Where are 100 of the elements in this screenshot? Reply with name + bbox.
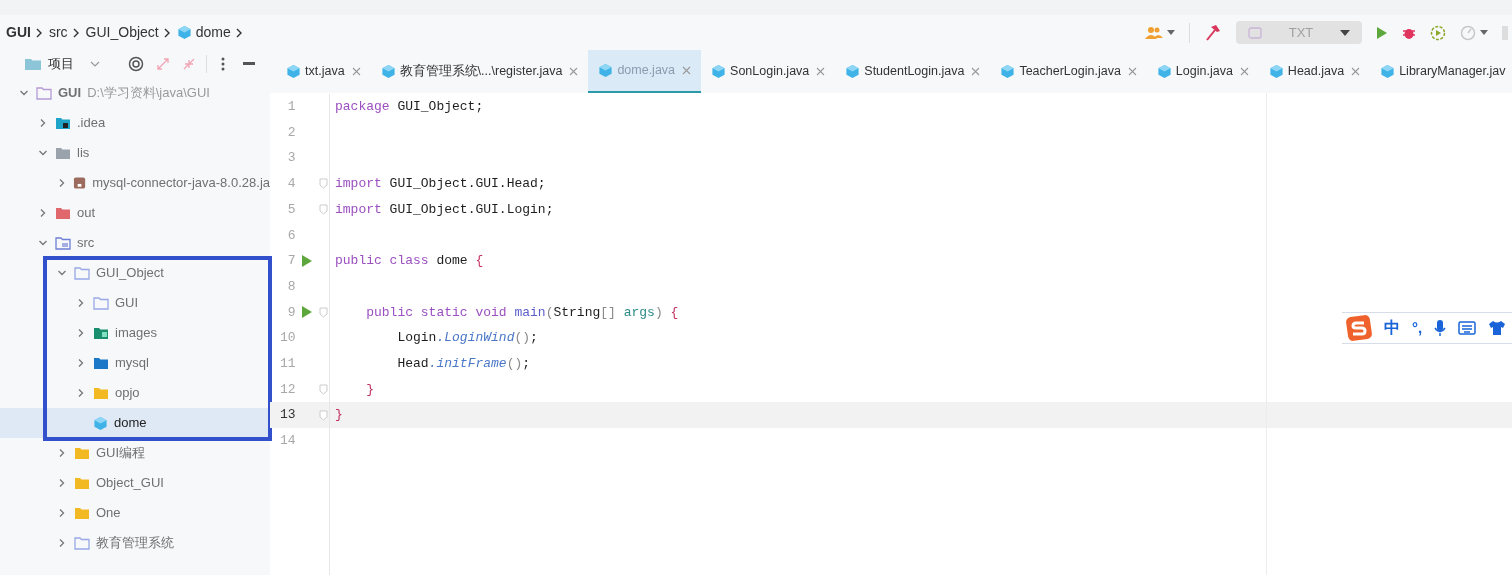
item-label: GUI	[58, 84, 82, 103]
chevron-down-icon[interactable]	[57, 268, 67, 278]
panel-title[interactable]: 项目	[48, 54, 74, 74]
class-icon	[1156, 64, 1172, 79]
shirt-icon[interactable]	[1488, 320, 1507, 336]
caret-icon[interactable]	[1480, 29, 1488, 36]
chevron-right-icon[interactable]	[76, 388, 86, 398]
caret-icon	[1340, 29, 1350, 36]
close-icon[interactable]	[971, 67, 981, 76]
tree-item[interactable]: opjo	[0, 378, 270, 408]
chevron-right-icon[interactable]	[76, 298, 86, 308]
tree-item[interactable]: One	[0, 498, 270, 528]
gutter-line: 4	[270, 171, 329, 197]
close-icon[interactable]	[816, 67, 826, 76]
chevron-right-icon[interactable]	[57, 538, 67, 548]
tree-item[interactable]: 教育管理系统	[0, 528, 270, 558]
chevron-right-icon[interactable]	[38, 118, 48, 128]
chevron-right-icon[interactable]	[57, 508, 67, 518]
tree-item[interactable]: images	[0, 318, 270, 348]
close-icon[interactable]	[1239, 67, 1249, 76]
expand-icon[interactable]	[156, 57, 170, 71]
chevron-right-icon[interactable]	[76, 328, 86, 338]
class-icon	[598, 63, 614, 78]
item-label: One	[96, 504, 121, 523]
item-label: .idea	[77, 114, 106, 133]
chevron-down-icon[interactable]	[19, 88, 29, 98]
editor-tab[interactable]: 教育管理系统\...\register.java	[370, 50, 589, 93]
class-icon	[286, 64, 301, 79]
gutter-line: 3	[286, 149, 297, 168]
input-mode[interactable]: 中	[1384, 316, 1400, 340]
folder-icon	[74, 536, 90, 550]
breadcrumb[interactable]: GUI	[6, 22, 31, 43]
breadcrumb[interactable]: dome	[195, 22, 231, 43]
class-icon	[845, 64, 861, 79]
folder-icon	[93, 386, 109, 400]
folder-icon	[93, 296, 109, 310]
code-line: public class dome {	[335, 252, 484, 271]
target-icon[interactable]	[128, 56, 144, 72]
item-label: GUI编程	[96, 444, 146, 463]
tree-item[interactable]: GUI	[0, 288, 270, 318]
editor-tab[interactable]: txt.java	[276, 50, 371, 93]
item-label: 教育管理系统	[96, 534, 174, 553]
tree-item[interactable]: out	[0, 198, 270, 228]
tree-item[interactable]: GUI编程	[0, 438, 270, 468]
chevron-right-icon	[234, 27, 243, 38]
editor-tab[interactable]: Login.java	[1146, 50, 1259, 93]
chevron-right-icon[interactable]	[57, 448, 67, 458]
ime-logo-icon[interactable]	[1346, 315, 1372, 341]
tree-item[interactable]: Object_GUI	[0, 468, 270, 498]
keyboard-icon[interactable]	[1458, 321, 1477, 335]
window-icon	[1248, 26, 1262, 39]
chevron-right-icon	[162, 27, 171, 38]
gutter-line: 1	[286, 98, 297, 117]
editor-tab[interactable]: Head.java	[1258, 50, 1371, 93]
tree-item[interactable]: .idea	[0, 108, 270, 138]
minimize-icon[interactable]	[243, 62, 255, 66]
breadcrumb[interactable]: GUI_Object	[85, 22, 159, 43]
gutter-line: 10	[278, 329, 297, 348]
close-icon[interactable]	[682, 66, 692, 75]
close-icon[interactable]	[351, 67, 361, 76]
chevron-down-icon[interactable]	[90, 60, 100, 68]
gutter-line: 8	[286, 277, 297, 296]
tree-item[interactable]: mysql	[0, 348, 270, 378]
folder-icon	[74, 266, 90, 280]
close-icon[interactable]	[569, 67, 579, 76]
tree-item[interactable]: GUI_Object	[0, 258, 270, 288]
close-icon[interactable]	[1351, 67, 1361, 76]
editor-tab[interactable]: TeacherLogin.java	[990, 50, 1147, 93]
chevron-down-icon[interactable]	[38, 238, 48, 248]
breadcrumb[interactable]: src	[48, 22, 68, 43]
collapse-icon[interactable]	[182, 57, 196, 71]
punctuation-mode[interactable]: °,	[1412, 316, 1423, 340]
folder-icon	[74, 446, 90, 460]
item-label: mysql-connector-java-8.0.28.ja	[92, 174, 270, 193]
tree-item[interactable]: GUI D:\学习资料\java\GUI	[0, 78, 270, 108]
microphone-icon[interactable]	[1434, 319, 1447, 337]
tree-item[interactable]: src	[0, 228, 270, 258]
code-line: import GUI_Object.GUI.Login;	[335, 200, 554, 219]
gutter-line: 9	[270, 299, 329, 326]
code-line: }	[365, 380, 374, 399]
editor-tab[interactable]: StudentLogin.java	[835, 50, 991, 93]
editor-tab[interactable]: SonLogin.java	[701, 50, 836, 93]
caret-icon[interactable]	[1167, 29, 1175, 36]
chevron-right-icon[interactable]	[57, 478, 67, 488]
tree-item[interactable]: dome	[0, 408, 270, 438]
close-icon[interactable]	[1127, 67, 1137, 76]
item-label: mysql	[115, 354, 149, 373]
chevron-right-icon[interactable]	[38, 208, 48, 218]
hammer-icon[interactable]	[1204, 23, 1222, 42]
chevron-down-icon[interactable]	[38, 148, 48, 158]
coverage-icon[interactable]	[1430, 24, 1446, 41]
run-icon[interactable]	[1376, 25, 1388, 40]
editor-tab[interactable]: LibraryManager.jav	[1370, 50, 1512, 93]
tree-item[interactable]: lis	[0, 138, 270, 168]
tree-item[interactable]: mysql-connector-java-8.0.28.ja	[0, 168, 270, 198]
class-icon	[380, 64, 396, 79]
chevron-right-icon[interactable]	[76, 358, 86, 368]
code-line: Login.LoginWind();	[396, 329, 538, 348]
more-icon[interactable]	[221, 57, 225, 71]
item-label: dome	[114, 414, 147, 433]
